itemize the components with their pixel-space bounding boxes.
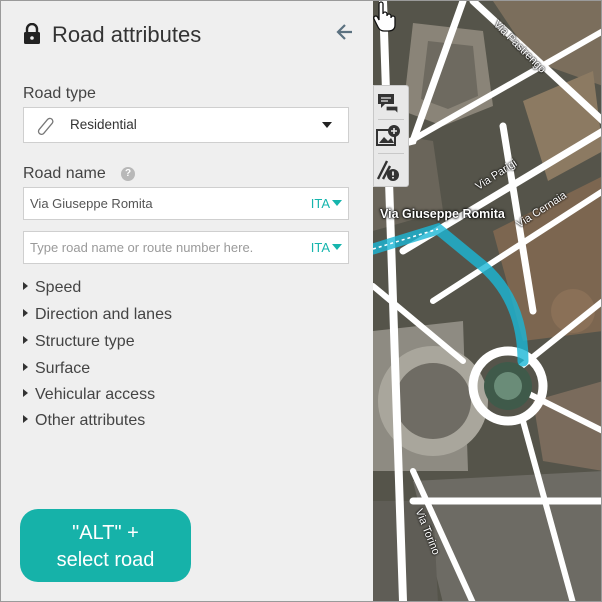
expand-arrow-icon [23,282,28,290]
road-type-label: Road type [23,85,96,102]
map-tools [373,85,409,187]
caret-down-icon [332,244,342,250]
section-vehicular-access[interactable]: Vehicular access [23,386,155,404]
section-surface[interactable]: Surface [23,360,90,378]
road-name-input-2[interactable]: Type road name or route number here. ITA [23,231,349,264]
hand-pointer-icon [373,1,396,32]
add-image-icon[interactable] [374,123,402,151]
panel-title: Road attributes [52,22,202,47]
pencil-icon [37,117,54,136]
road-type-value: Residential [70,117,137,132]
section-structure-type[interactable]: Structure type [23,333,135,351]
alt-button-line1: "ALT" + [72,522,139,544]
road-name-placeholder: Type road name or route number here. [30,240,254,255]
selected-road-label: Via Giuseppe Romita [380,207,505,221]
section-direction-lanes[interactable]: Direction and lanes [23,306,172,324]
help-icon[interactable]: ? [121,167,135,181]
road-name-label: Road name [23,165,106,182]
tool-divider [378,119,404,120]
language-select-2[interactable]: ITA [311,240,342,255]
chevron-down-icon [322,122,332,128]
report-issue-icon[interactable] [374,157,402,185]
expand-arrow-icon [23,309,28,317]
section-speed[interactable]: Speed [23,279,81,297]
back-arrow-icon[interactable] [335,22,355,42]
expand-arrow-icon [23,363,28,371]
road-attributes-panel: Road attributes Road type Residential Ro… [1,1,373,601]
alt-select-road-button[interactable]: "ALT" + select road [20,509,191,582]
lock-icon [24,23,40,44]
road-name-value: Via Giuseppe Romita [30,196,153,211]
comment-icon[interactable] [374,89,402,117]
tool-divider [378,153,404,154]
expand-arrow-icon [23,389,28,397]
map-view[interactable]: Via Pastrengo Via Parigi Via Cernaia Via… [373,1,601,601]
language-select[interactable]: ITA [311,196,342,211]
expand-arrow-icon [23,336,28,344]
alt-button-line2: select road [56,549,155,571]
app-frame: Road attributes Road type Residential Ro… [0,0,602,602]
road-type-select[interactable]: Residential [23,107,349,143]
caret-down-icon [332,200,342,206]
section-other-attributes[interactable]: Other attributes [23,412,145,430]
expand-arrow-icon [23,415,28,423]
road-name-input[interactable]: Via Giuseppe Romita ITA [23,187,349,220]
